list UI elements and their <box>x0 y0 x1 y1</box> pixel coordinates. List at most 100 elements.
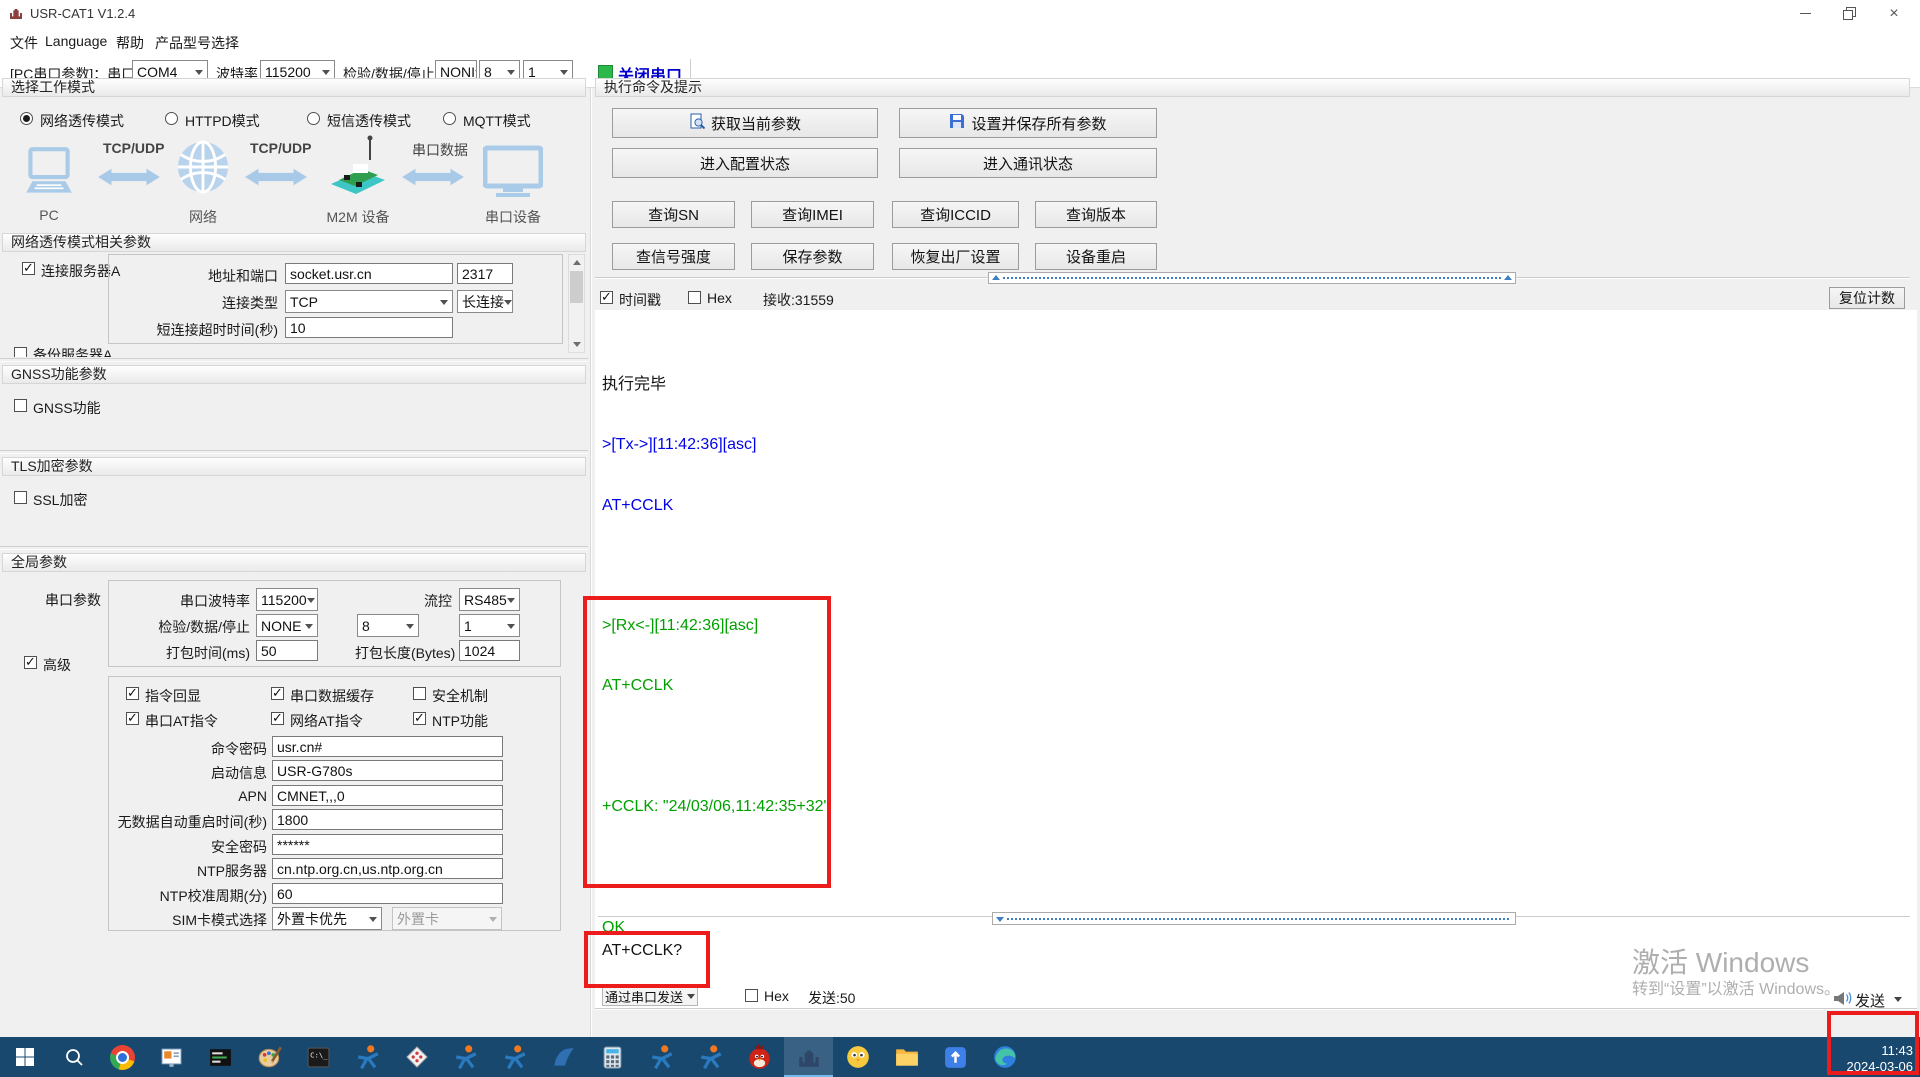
usr-person-icon[interactable] <box>490 1037 539 1077</box>
cmd-password-input[interactable]: usr.cn# <box>272 736 503 757</box>
ntp-period-input[interactable]: 60 <box>272 883 503 904</box>
radio-httpd[interactable] <box>165 112 178 125</box>
query-signal-button[interactable]: 查信号强度 <box>612 243 735 270</box>
device-restart-button[interactable]: 设备重启 <box>1035 243 1157 270</box>
scrollbar-thumb[interactable] <box>570 271 583 303</box>
start-button[interactable] <box>0 1037 49 1077</box>
usr-person-icon[interactable] <box>637 1037 686 1077</box>
search-icon[interactable] <box>49 1037 98 1077</box>
factory-reset-button[interactable]: 恢复出厂设置 <box>892 243 1019 270</box>
net-params-scrollbar[interactable] <box>568 254 585 353</box>
conn-type-select[interactable]: TCP <box>285 290 453 313</box>
edge-icon[interactable] <box>980 1037 1029 1077</box>
menu-product-model[interactable]: 产品型号选择 <box>155 33 239 53</box>
chick-mascot-icon[interactable] <box>833 1037 882 1077</box>
apn-input[interactable]: CMNET,,,0 <box>272 785 503 806</box>
taskbar-clock[interactable]: 11:43 2024-03-06 <box>1838 1043 1913 1075</box>
file-explorer-icon[interactable] <box>882 1037 931 1077</box>
close-button[interactable]: × <box>1872 0 1916 27</box>
keepalive-select[interactable]: 长连接 <box>457 290 513 313</box>
boot-info-input[interactable]: USR-G780s <box>272 760 503 781</box>
menu-language[interactable]: Language <box>45 33 107 49</box>
radio-net-passthrough[interactable] <box>20 112 33 125</box>
hex-recv-checkbox[interactable] <box>688 291 701 304</box>
server-a-checkbox[interactable] <box>22 262 35 275</box>
query-sn-button[interactable]: 查询SN <box>612 201 735 228</box>
terminal-icon[interactable]: C:\_ <box>294 1037 343 1077</box>
pack-len-input[interactable]: 1024 <box>459 640 520 661</box>
cmd-echo-checkbox[interactable] <box>126 687 139 700</box>
flow-select[interactable]: RS485 <box>459 588 520 611</box>
sim-primary-select[interactable]: 外置卡优先 <box>272 907 382 930</box>
timestamp-checkbox[interactable] <box>600 291 613 304</box>
get-params-button[interactable]: 获取当前参数 <box>612 108 878 138</box>
exec-section-header: 执行命令及提示 <box>595 78 1910 97</box>
net-at-checkbox[interactable] <box>271 712 284 725</box>
minimize-button[interactable] <box>1783 0 1827 27</box>
advanced-checkbox[interactable] <box>24 656 37 669</box>
network-globe-icon <box>176 140 230 199</box>
arrow-app-icon[interactable] <box>931 1037 980 1077</box>
backup-server-checkbox[interactable] <box>14 347 27 357</box>
serial-at-checkbox[interactable] <box>126 712 139 725</box>
scroll-arrow-icon[interactable] <box>1504 271 1512 280</box>
g-parity-select[interactable]: NONE <box>256 614 318 637</box>
radio-sms[interactable] <box>307 112 320 125</box>
scroll-up-icon[interactable] <box>569 255 584 270</box>
query-version-button[interactable]: 查询版本 <box>1035 201 1157 228</box>
wireshark-icon[interactable] <box>539 1037 588 1077</box>
paint-icon[interactable] <box>245 1037 294 1077</box>
query-imei-button[interactable]: 查询IMEI <box>751 201 874 228</box>
menu-help[interactable]: 帮助 <box>116 33 144 53</box>
g-baud-select[interactable]: 115200 <box>256 588 318 611</box>
usr-cat1-app-icon[interactable] <box>784 1037 833 1077</box>
tech-tool-icon[interactable] <box>196 1037 245 1077</box>
sim-secondary-select[interactable]: 外置卡 <box>392 907 502 930</box>
scroll-arrow-icon[interactable] <box>996 917 1004 926</box>
send-hscrollbar[interactable] <box>992 912 1516 925</box>
query-iccid-button[interactable]: 查询ICCID <box>892 201 1019 228</box>
ntp-checkbox[interactable] <box>413 712 426 725</box>
scroll-arrow-icon[interactable] <box>992 271 1000 280</box>
security-mech-checkbox[interactable] <box>413 687 426 700</box>
serial-cache-checkbox[interactable] <box>271 687 284 700</box>
save-params-button[interactable]: 保存参数 <box>751 243 874 270</box>
receive-log[interactable]: 执行完毕 >[Tx->][11:42:36][asc] AT+CCLK >[Rx… <box>602 337 829 1077</box>
send-input[interactable]: AT+CCLK? <box>602 942 682 960</box>
usr-person-icon[interactable] <box>441 1037 490 1077</box>
gnss-checkbox[interactable] <box>14 399 27 412</box>
set-save-params-button[interactable]: 设置并保存所有参数 <box>899 108 1157 138</box>
red-bird-mascot-icon[interactable] <box>735 1037 784 1077</box>
dice-icon[interactable] <box>392 1037 441 1077</box>
short-timeout-input[interactable]: 10 <box>285 317 453 338</box>
net-params-section-header: 网络透传模式相关参数 <box>2 233 586 252</box>
ntp-server-input[interactable]: cn.ntp.org.cn,us.ntp.org.cn <box>272 858 503 879</box>
security-password-input[interactable]: ****** <box>272 834 503 855</box>
pc-label: PC <box>18 207 80 223</box>
pack-time-input[interactable]: 50 <box>256 640 318 661</box>
ssl-checkbox[interactable] <box>14 491 27 504</box>
calculator-icon[interactable] <box>588 1037 637 1077</box>
menu-file[interactable]: 文件 <box>10 33 38 53</box>
usr-person-icon[interactable] <box>343 1037 392 1077</box>
radio-mqtt[interactable] <box>443 112 456 125</box>
enter-config-button[interactable]: 进入配置状态 <box>612 148 878 178</box>
auto-restart-input[interactable]: 1800 <box>272 809 503 830</box>
scroll-down-icon[interactable] <box>569 337 584 352</box>
usr-person-icon[interactable] <box>686 1037 735 1077</box>
reset-count-button[interactable]: 复位计数 <box>1829 287 1905 309</box>
log-hscrollbar[interactable] <box>988 272 1516 284</box>
log-line: AT+CCLK <box>602 674 829 698</box>
restore-button[interactable] <box>1827 0 1871 27</box>
conn-type-value: TCP <box>290 294 318 310</box>
g-stopbits-select[interactable]: 1 <box>459 614 520 637</box>
server-address-input[interactable]: socket.usr.cn <box>285 263 453 284</box>
hex-send-checkbox[interactable] <box>745 989 758 1002</box>
g-databits-select[interactable]: 8 <box>357 614 419 637</box>
clock-time: 11:43 <box>1838 1043 1913 1059</box>
presentation-app-icon[interactable] <box>147 1037 196 1077</box>
browser-icon[interactable] <box>98 1037 147 1077</box>
enter-comm-button[interactable]: 进入通讯状态 <box>899 148 1157 178</box>
send-button[interactable]: 发送 <box>1855 990 1885 1011</box>
server-port-input[interactable]: 2317 <box>457 263 513 284</box>
